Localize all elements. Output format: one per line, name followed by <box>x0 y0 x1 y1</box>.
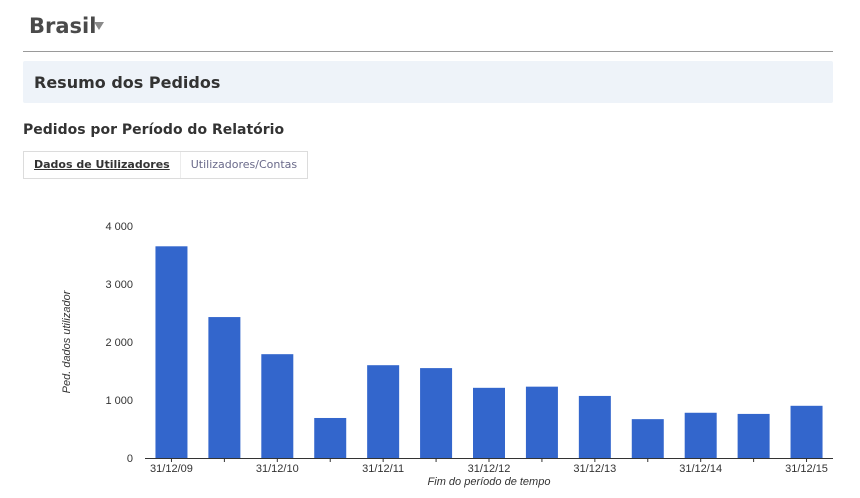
y-tick-label: 1 000 <box>105 395 133 407</box>
bar-chart: 01 0002 0003 0004 000 31/12/09 31/12/10 31… <box>61 221 833 488</box>
bar[interactable] <box>420 368 453 458</box>
x-tick-label: 31/12/13 <box>573 463 616 475</box>
x-tick-label: 31/12/14 <box>679 463 722 475</box>
bar[interactable] <box>261 354 294 458</box>
bar[interactable] <box>155 246 188 458</box>
y-tick-label: 3 000 <box>105 279 133 291</box>
bar[interactable] <box>367 365 400 458</box>
x-axis-title: Fim do período de tempo <box>428 476 551 488</box>
bar[interactable] <box>578 395 611 458</box>
x-axis: 31/12/09 31/12/10 31/12/11 31/12/12 31/12/13… <box>150 458 828 475</box>
x-tick-label: 31/12/15 <box>785 463 828 475</box>
bar[interactable] <box>737 413 770 458</box>
x-tick-label: 31/12/10 <box>256 463 299 475</box>
x-tick-label: 31/12/11 <box>362 463 404 475</box>
y-tick-label: 4 000 <box>105 221 133 233</box>
bar[interactable] <box>473 387 505 458</box>
y-axis-title: Ped. dados utilizador <box>61 289 73 393</box>
bar[interactable] <box>631 419 664 458</box>
bars <box>155 246 823 458</box>
y-tick-label: 2 000 <box>105 337 133 349</box>
bar[interactable] <box>684 412 717 458</box>
bar[interactable] <box>525 386 558 458</box>
bar[interactable] <box>790 405 823 458</box>
y-tick-label: 0 <box>127 453 133 465</box>
bar[interactable] <box>314 417 347 458</box>
bar[interactable] <box>208 317 241 458</box>
x-tick-label: 31/12/12 <box>468 463 511 475</box>
x-tick-label: 31/12/09 <box>150 463 193 475</box>
y-axis: 0 1 000 2 000 3 000 4 000 <box>105 221 133 465</box>
